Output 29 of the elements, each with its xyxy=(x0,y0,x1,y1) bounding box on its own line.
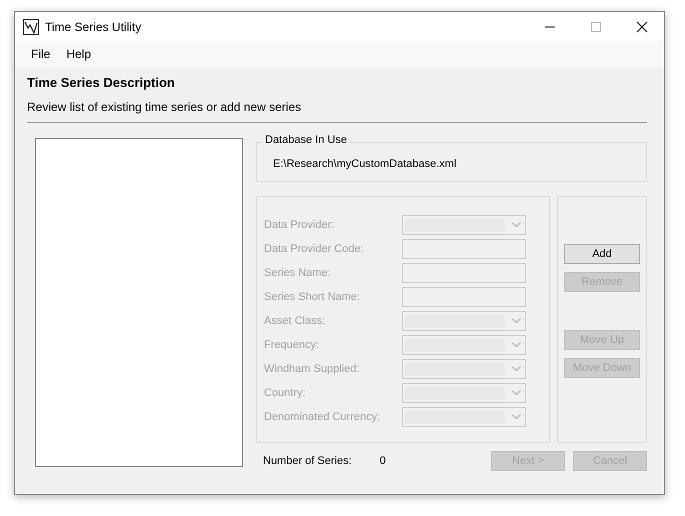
caret-icon xyxy=(512,222,521,227)
field-label: Data Provider: xyxy=(264,218,336,230)
app-icon xyxy=(23,18,39,34)
menu-item[interactable]: File xyxy=(23,45,58,63)
database-path: E:\Research\myCustomDatabase.xml xyxy=(273,158,456,170)
group-legend: Database In Use xyxy=(262,134,350,146)
action-button[interactable]: Add xyxy=(564,244,640,264)
field-label: Denominated Currency: xyxy=(264,410,382,422)
window-title: Time Series Utility xyxy=(45,20,142,34)
field-label: Frequency: xyxy=(264,338,320,350)
field-label: Asset Class: xyxy=(264,314,326,326)
count-value: 0 xyxy=(380,455,386,467)
section-subtitle: Review list of existing time series or add new series xyxy=(27,100,302,114)
caret-icon xyxy=(512,318,521,323)
field-label: Country: xyxy=(264,386,307,398)
field-label: Series Short Name: xyxy=(264,290,361,302)
count-label: Number of Series: xyxy=(263,455,352,467)
close-icon[interactable] xyxy=(636,20,648,32)
caret-icon xyxy=(512,414,521,419)
series-list[interactable] xyxy=(35,138,243,467)
maximize-icon[interactable] xyxy=(590,20,602,32)
section-title: Time Series Description xyxy=(27,75,176,90)
caret-icon xyxy=(512,342,521,347)
caret-icon xyxy=(512,390,521,395)
caret-icon xyxy=(512,366,521,371)
field-label: Data Provider Code: xyxy=(264,242,365,254)
field-label: Windham Supplied: xyxy=(264,362,360,374)
menu-item[interactable]: Help xyxy=(58,45,100,63)
field-label: Series Name: xyxy=(264,266,332,278)
